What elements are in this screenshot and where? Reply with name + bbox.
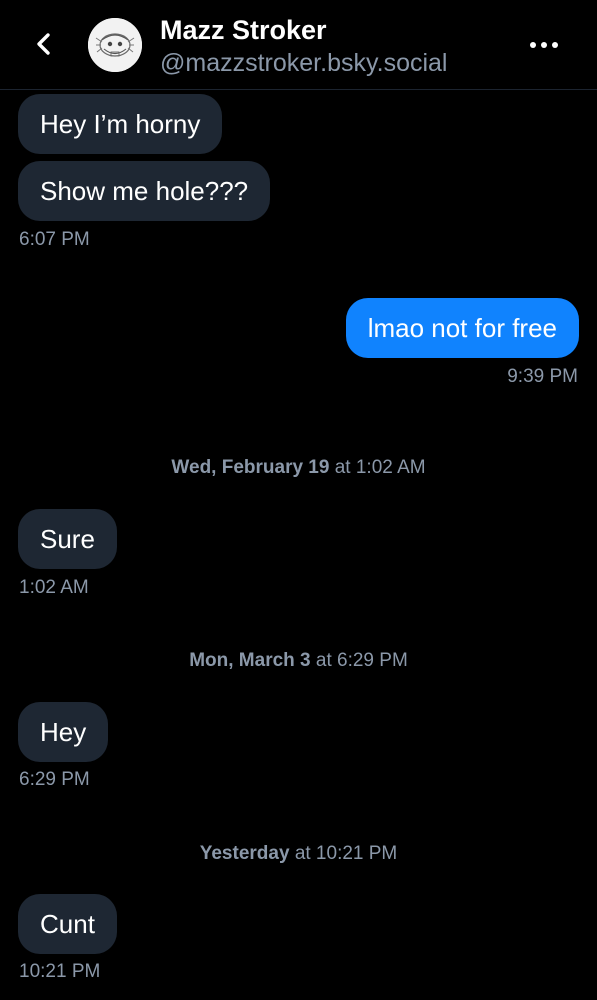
more-options-button[interactable] bbox=[522, 30, 566, 60]
date-separator: Wed, February 19 at 1:02 AM bbox=[0, 457, 597, 479]
date-separator-time: at 6:29 PM bbox=[315, 650, 408, 671]
chevron-left-icon bbox=[37, 33, 50, 55]
date-separator: Mon, March 3 at 6:29 PM bbox=[0, 650, 597, 672]
message-bubble-incoming[interactable]: Hey I’m horny bbox=[18, 94, 223, 154]
message-bubble-outgoing[interactable]: lmao not for free bbox=[345, 298, 579, 358]
message-timestamp: 10:21 PM bbox=[19, 961, 101, 982]
date-separator-day: Mon, March 3 bbox=[189, 650, 311, 671]
message-bubble-incoming[interactable]: Show me hole??? bbox=[18, 161, 271, 221]
avatar[interactable] bbox=[88, 18, 142, 72]
date-separator-day: Wed, February 19 bbox=[171, 457, 330, 478]
date-separator-time: at 1:02 AM bbox=[334, 457, 426, 478]
message-timestamp: 6:07 PM bbox=[19, 229, 90, 250]
message-timestamp: 6:29 PM bbox=[19, 769, 90, 790]
date-separator-day: Yesterday bbox=[199, 843, 290, 864]
message-timestamp: 9:39 PM bbox=[507, 366, 578, 387]
date-separator: Yesterday at 10:21 PM bbox=[0, 843, 597, 865]
message-bubble-incoming[interactable]: Cunt bbox=[18, 894, 117, 954]
contact-handle: @mazzstroker.bsky.social bbox=[160, 49, 448, 77]
date-separator-time: at 10:21 PM bbox=[294, 843, 398, 864]
contact-name: Mazz Stroker bbox=[160, 15, 327, 45]
back-button[interactable] bbox=[28, 28, 60, 60]
message-bubble-incoming[interactable]: Hey bbox=[18, 702, 109, 762]
message-timestamp: 1:02 AM bbox=[19, 577, 89, 598]
ellipsis-icon bbox=[530, 42, 558, 48]
avatar-image bbox=[88, 18, 142, 72]
conversation-header: Mazz Stroker @mazzstroker.bsky.social bbox=[0, 0, 597, 90]
message-bubble-incoming[interactable]: Sure bbox=[18, 509, 117, 569]
